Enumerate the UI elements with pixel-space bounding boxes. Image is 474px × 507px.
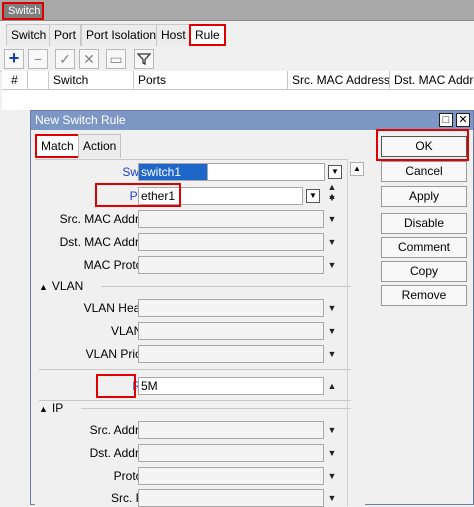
vlan-id-dropdown-icon[interactable]: ▼ — [325, 322, 339, 340]
tab-switch[interactable]: Switch — [6, 24, 52, 46]
src-address-dropdown-icon[interactable]: ▼ — [325, 421, 339, 439]
section-divider-2 — [39, 400, 351, 401]
ports-down-icon[interactable]: ▼ — [325, 194, 339, 204]
column-header-spacer — [28, 71, 49, 90]
switch-select-fill[interactable] — [208, 163, 325, 181]
plus-icon[interactable]: + — [4, 49, 24, 69]
cross-icon[interactable]: ✕ — [79, 49, 99, 69]
new-switch-rule-dialog: New Switch Rule □ ✕ Match Action ▲ Switc… — [30, 110, 474, 507]
cancel-button[interactable]: Cancel — [381, 161, 467, 182]
scroll-up-icon[interactable]: ▲ — [350, 162, 364, 176]
collapse-icon: ▲ — [39, 282, 48, 292]
protocol-dropdown-icon[interactable]: ▼ — [325, 467, 339, 485]
ok-button[interactable]: OK — [381, 136, 467, 157]
collapse-icon: ▲ — [39, 404, 48, 414]
vlan-section-title: VLAN — [51, 279, 84, 293]
main-tabs: Switch Port Port Isolation Host Rule — [0, 22, 474, 46]
copy-button[interactable]: Copy — [381, 261, 467, 282]
vlan-id-field[interactable] — [138, 322, 324, 340]
tab-port[interactable]: Port — [49, 24, 82, 46]
src-mac-dropdown-icon[interactable]: ▼ — [325, 210, 339, 228]
ports-up-icon[interactable]: ▲ — [325, 183, 339, 193]
vlan-priority-field[interactable] — [138, 345, 324, 363]
apply-button[interactable]: Apply — [381, 186, 467, 207]
ip-section-toggle[interactable]: ▲ IP — [39, 401, 63, 415]
tab-port-isolation[interactable]: Port Isolation — [81, 24, 162, 46]
src-address-field[interactable] — [138, 421, 324, 439]
vlan-priority-dropdown-icon[interactable]: ▼ — [325, 345, 339, 363]
column-header-switch[interactable]: Switch — [49, 71, 134, 90]
switch-dropdown-icon[interactable]: ▼ — [328, 165, 342, 179]
dialog-tab-action[interactable]: Action — [78, 134, 122, 158]
src-port-dropdown-icon[interactable]: ▼ — [325, 489, 339, 507]
vlan-header-field[interactable] — [138, 299, 324, 317]
column-header-dst-mac[interactable]: Dst. MAC Addre — [390, 71, 474, 90]
window-titlebar: Switch — [0, 0, 474, 21]
remove-button[interactable]: Remove — [381, 285, 467, 306]
table-header: # Switch Ports Src. MAC Address Dst. MAC… — [2, 71, 474, 90]
vlan-header-dropdown-icon[interactable]: ▼ — [325, 299, 339, 317]
toolbar: + − ✓ ✕ ▭ — [0, 46, 474, 72]
dialog-title: New Switch Rule — [31, 111, 473, 130]
tab-rule[interactable]: Rule — [189, 24, 226, 46]
ip-section-title: IP — [51, 401, 64, 415]
mac-protocol-field[interactable] — [138, 256, 324, 274]
rule-list[interactable] — [2, 90, 474, 110]
column-header-src-mac[interactable]: Src. MAC Address — [288, 71, 390, 90]
dst-address-dropdown-icon[interactable]: ▼ — [325, 444, 339, 462]
section-divider — [39, 369, 351, 370]
disable-button[interactable]: Disable — [381, 213, 467, 234]
copy-icon[interactable]: ▭ — [106, 49, 126, 69]
ports-dropdown-icon[interactable]: ▼ — [306, 189, 320, 203]
ports-select[interactable]: ether1 — [138, 187, 303, 205]
tab-host[interactable]: Host — [156, 24, 191, 46]
panel-scrollbar[interactable]: ▲ — [347, 159, 365, 506]
protocol-field[interactable] — [138, 467, 324, 485]
mac-protocol-dropdown-icon[interactable]: ▼ — [325, 256, 339, 274]
src-port-field[interactable] — [138, 489, 324, 507]
dst-mac-dropdown-icon[interactable]: ▼ — [325, 233, 339, 251]
dst-address-field[interactable] — [138, 444, 324, 462]
close-icon[interactable]: ✕ — [456, 113, 470, 127]
rate-collapse-icon[interactable]: ▲ — [325, 377, 339, 395]
dialog-tab-match[interactable]: Match — [35, 134, 80, 158]
switch-select[interactable]: switch1 — [138, 163, 208, 181]
window-title: Switch — [2, 2, 44, 20]
check-icon[interactable]: ✓ — [55, 49, 75, 69]
rate-field[interactable]: 5M — [138, 377, 324, 395]
filter-icon[interactable] — [134, 49, 154, 69]
vlan-section-toggle[interactable]: ▲ VLAN — [39, 279, 83, 293]
dst-mac-field[interactable] — [138, 233, 324, 251]
vlan-section-divider — [101, 286, 351, 287]
ip-section-divider — [81, 408, 351, 409]
comment-button[interactable]: Comment — [381, 237, 467, 258]
maximize-icon[interactable]: □ — [439, 113, 453, 127]
column-header-ports[interactable]: Ports — [134, 71, 288, 90]
column-header-number[interactable]: # — [2, 71, 28, 90]
minus-icon[interactable]: − — [28, 49, 48, 69]
src-mac-field[interactable] — [138, 210, 324, 228]
